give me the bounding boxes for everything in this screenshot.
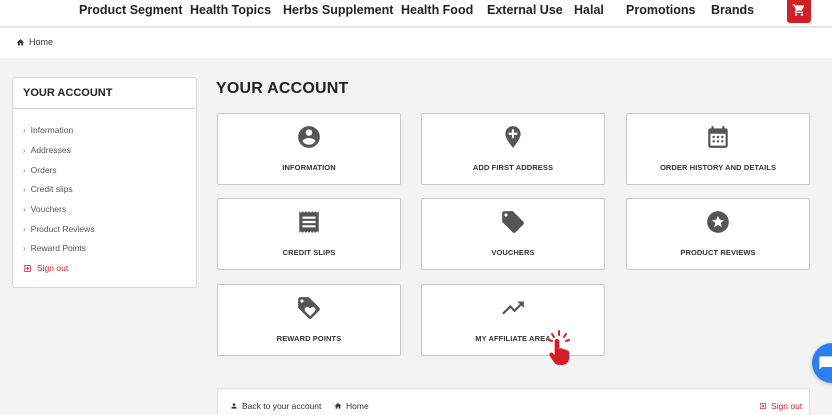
card-label: REWARD POINTS: [276, 334, 342, 343]
sidebar-item-label: Addresses: [30, 145, 71, 155]
breadcrumb-home[interactable]: Home: [29, 37, 53, 47]
sign-out-icon: [24, 264, 31, 272]
footer-home-link[interactable]: Home: [334, 401, 369, 411]
calendar-icon: [708, 126, 728, 148]
sidebar-item-reward-points[interactable]: › Reward Points: [23, 243, 86, 253]
sign-out-icon: [760, 403, 766, 409]
sidebar-item-label: Vouchers: [30, 204, 67, 214]
cart-button[interactable]: [787, 0, 811, 23]
card-label: PRODUCT REVIEWS: [680, 248, 756, 257]
trending-up-icon: [502, 301, 524, 315]
breadcrumb-bar: Home: [0, 28, 832, 58]
footer-home-label: Home: [346, 401, 369, 411]
page-title: YOUR ACCOUNT: [216, 80, 349, 97]
chevron-right-icon: ›: [23, 125, 26, 135]
sidebar-item-label: Orders: [30, 165, 57, 175]
breadcrumb[interactable]: Home: [16, 37, 53, 47]
card-label: CREDIT SLIPS: [282, 248, 336, 257]
chevron-right-icon: ›: [23, 224, 26, 234]
nav-promotions[interactable]: Promotions: [626, 3, 695, 17]
sidebar-item-vouchers[interactable]: › Vouchers: [23, 204, 66, 214]
chevron-right-icon: ›: [23, 165, 26, 175]
user-icon: [231, 403, 237, 409]
receipt-icon: [299, 211, 319, 233]
card-label: ORDER HISTORY AND DETAILS: [659, 163, 777, 172]
sign-out-label: Sign out: [37, 263, 69, 273]
nav-health-food[interactable]: Health Food: [401, 3, 473, 17]
card-label: ADD FIRST ADDRESS: [472, 163, 554, 172]
card-credit-slips[interactable]: CREDIT SLIPS: [217, 198, 401, 270]
sidebar-item-addresses[interactable]: › Addresses: [23, 145, 71, 155]
sidebar-item-information[interactable]: › Information: [23, 125, 73, 135]
sidebar-item-label: Reward Points: [30, 243, 86, 253]
card-vouchers[interactable]: VOUCHERS: [421, 198, 605, 270]
card-information[interactable]: INFORMATION: [217, 113, 401, 185]
pointer-hand-icon: [548, 330, 570, 365]
back-to-account-label: Back to your account: [242, 401, 322, 411]
card-label: INFORMATION: [282, 163, 336, 172]
card-reward-points[interactable]: REWARD POINTS: [217, 284, 401, 356]
nav-product-segment[interactable]: Product Segment: [79, 3, 183, 17]
nav-health-topics[interactable]: Health Topics: [190, 3, 271, 17]
chevron-right-icon: ›: [23, 184, 26, 194]
sidebar-divider: [13, 108, 196, 109]
card-product-reviews[interactable]: PRODUCT REVIEWS: [626, 198, 810, 270]
loyalty-icon: [298, 297, 320, 319]
sidebar-item-product-reviews[interactable]: › Product Reviews: [23, 224, 94, 234]
account-circle-icon: [298, 126, 320, 148]
chevron-right-icon: ›: [23, 204, 26, 214]
star-circle-icon: [707, 211, 729, 233]
add-location-icon: [505, 126, 521, 148]
sidebar-title: YOUR ACCOUNT: [23, 87, 113, 99]
home-icon: [16, 38, 25, 45]
nav-halal[interactable]: Halal: [574, 3, 604, 17]
chevron-right-icon: ›: [23, 243, 26, 253]
card-order-history[interactable]: ORDER HISTORY AND DETAILS: [626, 113, 810, 185]
account-footer: Back to your account Home Sign out: [217, 388, 810, 415]
sidebar-item-label: Product Reviews: [30, 224, 95, 234]
nav-herbs-supplement[interactable]: Herbs Supplement: [283, 3, 393, 17]
home-icon: [334, 403, 342, 409]
chat-icon: [819, 356, 832, 370]
footer-sign-out-link[interactable]: Sign out: [759, 401, 802, 411]
chat-button[interactable]: [812, 343, 832, 383]
nav-brands[interactable]: Brands: [711, 3, 754, 17]
card-label: VOUCHERS: [491, 248, 535, 257]
card-add-first-address[interactable]: ADD FIRST ADDRESS: [421, 113, 605, 185]
sidebar-item-label: Credit slips: [30, 184, 73, 194]
footer-sign-out-label: Sign out: [771, 401, 803, 411]
sidebar-sign-out[interactable]: Sign out: [23, 263, 68, 273]
account-sidebar: YOUR ACCOUNT › Information › Addresses › Or…: [12, 77, 197, 288]
sidebar-item-credit-slips[interactable]: › Credit slips: [23, 184, 73, 194]
chevron-right-icon: ›: [23, 145, 26, 155]
nav-external-use[interactable]: External Use: [487, 3, 563, 17]
top-navigation: Product Segment Health Topics Herbs Supp…: [0, 0, 832, 27]
cart-icon: [792, 3, 805, 16]
tag-icon: [502, 211, 524, 233]
back-to-account-link[interactable]: Back to your account: [230, 401, 321, 411]
sidebar-item-label: Information: [30, 125, 74, 135]
sidebar-item-orders[interactable]: › Orders: [23, 165, 57, 175]
